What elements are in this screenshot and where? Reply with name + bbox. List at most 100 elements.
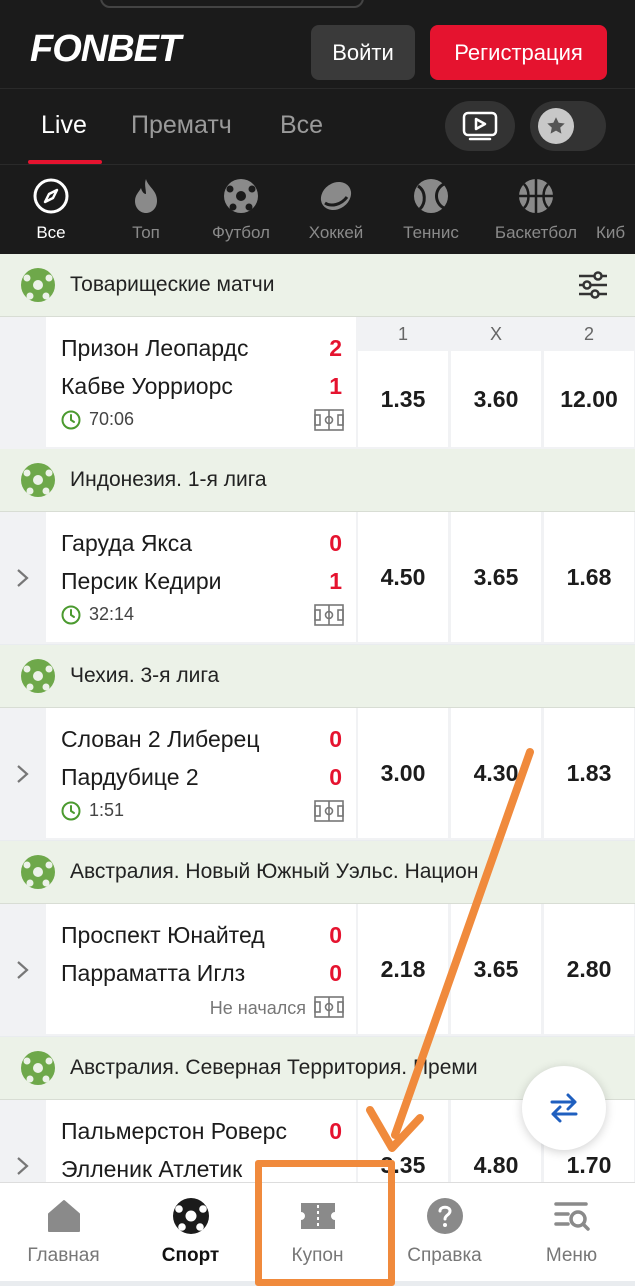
odd-away[interactable]: 12.00 (544, 351, 634, 447)
fonbet-logo[interactable]: FONBET (30, 28, 181, 71)
sport-top[interactable]: Топ (96, 177, 196, 243)
home-icon (47, 1200, 80, 1232)
nav-label: Спорт (161, 1245, 220, 1266)
odd-home[interactable]: 3.00 (358, 708, 448, 838)
nav-home[interactable]: Главная (0, 1195, 127, 1267)
odd-home[interactable]: 1.35 (358, 351, 448, 447)
league-header[interactable]: Товарищеские матчи (0, 254, 635, 317)
score-home: 0 (329, 530, 342, 556)
team-home: Проспект Юнайтед (61, 922, 265, 948)
match-status: Не начался (209, 998, 306, 1018)
sport-football[interactable]: Футбол (191, 177, 291, 243)
score-home: 0 (329, 726, 342, 752)
favorites-toggle[interactable] (530, 101, 606, 151)
soccer-ball-icon (21, 268, 55, 302)
league-header[interactable]: Австралия. Новый Южный Уэльс. Национ (0, 841, 635, 904)
help-icon (426, 1198, 463, 1234)
tab-prematch[interactable]: Прематч (131, 111, 232, 140)
odd-home[interactable]: 4.50 (358, 512, 448, 642)
match-row[interactable]: Гаруда Якса 0 Персик Кедири 1 32:14 4.50… (0, 512, 635, 644)
clock-icon (61, 410, 81, 429)
filter-settings-icon[interactable] (577, 269, 609, 301)
sport-tennis[interactable]: Теннис (381, 177, 481, 243)
sport-label: Все (36, 223, 66, 242)
top-header: FONBET Войти Регистрация (0, 0, 635, 88)
odds-header-x: X (451, 317, 541, 351)
match-time-value: 32:14 (89, 604, 135, 624)
nav-label: Меню (545, 1245, 598, 1266)
field-stats-icon[interactable] (314, 800, 344, 822)
league-name: Чехия. 3-я лига (70, 664, 220, 687)
league-header[interactable]: Индонезия. 1-я лига (0, 449, 635, 512)
match-card[interactable]: Слован 2 Либерец 0 Пардубице 2 0 1:51 (46, 708, 356, 838)
odds-header-1: 1 (358, 317, 448, 351)
chevron-right-icon[interactable] (14, 960, 32, 980)
team-away: Кабве Уорриорс (61, 373, 233, 399)
register-button[interactable]: Регистрация (430, 25, 607, 80)
swap-fab-button[interactable] (522, 1066, 606, 1150)
odd-away[interactable]: 1.68 (544, 512, 634, 642)
sport-label: Баскетбол (494, 223, 578, 242)
score-home: 2 (329, 335, 342, 361)
soccer-ball-icon (21, 1051, 55, 1085)
nav-sport[interactable]: Спорт (127, 1195, 254, 1267)
match-card[interactable]: Проспект Юнайтед 0 Парраматта Иглз 0 Не … (46, 904, 356, 1034)
sport-label: Футбол (212, 223, 270, 242)
video-button[interactable] (445, 101, 515, 151)
odd-draw[interactable]: 4.30 (451, 708, 541, 838)
match-time: 32:14 (61, 604, 134, 625)
odd-draw[interactable]: 3.65 (451, 904, 541, 1034)
mode-tabs: Live Прематч Все (0, 88, 635, 165)
sport-cyber[interactable]: Киб (596, 177, 635, 243)
team-away: Парраматта Иглз (61, 960, 246, 986)
field-stats-icon[interactable] (314, 409, 344, 431)
sport-all[interactable]: Все (1, 177, 101, 243)
chevron-right-icon[interactable] (14, 568, 32, 588)
field-stats-icon[interactable] (314, 604, 344, 626)
chevron-right-icon[interactable] (14, 764, 32, 784)
sport-basketball[interactable]: Баскетбол (486, 177, 586, 243)
score-away: 0 (329, 960, 342, 986)
sports-filter-bar: Все Топ Футбол Хоккей Теннис Баскетбол К… (0, 164, 635, 255)
chevron-right-icon[interactable] (14, 1156, 32, 1176)
match-row[interactable]: Проспект Юнайтед 0 Парраматта Иглз 0 Не … (0, 904, 635, 1036)
compass-icon (33, 178, 69, 214)
team-away: Персик Кедири (61, 568, 222, 594)
match-time-value: 1:51 (89, 800, 125, 820)
match-time: 1:51 (61, 800, 124, 821)
nav-help[interactable]: Справка (381, 1195, 508, 1267)
match-card[interactable]: Гаруда Якса 0 Персик Кедири 1 32:14 (46, 512, 356, 642)
sport-hockey[interactable]: Хоккей (286, 177, 386, 243)
login-button[interactable]: Войти (311, 25, 415, 80)
odd-home[interactable]: 2.18 (358, 904, 448, 1034)
nav-menu[interactable]: Меню (508, 1195, 635, 1267)
tab-live[interactable]: Live (41, 111, 87, 140)
score-away: 0 (329, 764, 342, 790)
menu-search-icon (553, 1202, 590, 1231)
odd-draw[interactable]: 3.60 (451, 351, 541, 447)
soccer-ball-icon (21, 659, 55, 693)
sport-label: Киб (596, 223, 626, 242)
sport-label: Топ (132, 223, 160, 242)
team-home: Пальмерстон Роверс (61, 1118, 287, 1144)
match-card[interactable]: Призон Леопардс 2 Кабве Уорриорс 1 70:06 (46, 317, 356, 447)
odds-header-2: 2 (544, 317, 634, 351)
soccer-ball-icon (224, 179, 258, 213)
odd-away[interactable]: 2.80 (544, 904, 634, 1034)
league-name: Товарищеские матчи (70, 273, 275, 296)
odd-away[interactable]: 1.83 (544, 708, 634, 838)
match-row[interactable]: Призон Леопардс 2 Кабве Уорриорс 1 70:06… (0, 317, 635, 449)
text-fade (505, 841, 635, 903)
match-row[interactable]: Слован 2 Либерец 0 Пардубице 2 0 1:51 3.… (0, 708, 635, 840)
odd-draw[interactable]: 3.65 (451, 512, 541, 642)
nav-label: Справка (407, 1245, 482, 1266)
score-home: 0 (329, 1118, 342, 1144)
play-icon (462, 111, 498, 141)
tab-all[interactable]: Все (280, 111, 323, 140)
soccer-ball-icon (172, 1198, 209, 1234)
league-header[interactable]: Чехия. 3-я лига (0, 645, 635, 708)
field-stats-icon[interactable] (314, 996, 344, 1018)
flame-icon (135, 179, 157, 213)
status-pill (100, 0, 364, 8)
league-name: Индонезия. 1-я лига (70, 468, 267, 491)
